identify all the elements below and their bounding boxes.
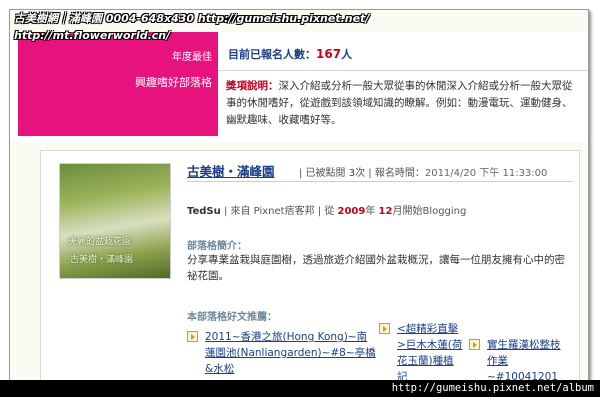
award-description-label: 獎項說明： [226,80,279,92]
blog-meta: | 已被點閱 3次 | 報名時間：2011/4/20 下午 11:33:00 [299,164,547,179]
start-month: 12 [378,206,393,217]
award-info: 目前已報名人數：167人 獎項說明：深入介紹或分析一般大眾從事的休閒深入介紹或分… [218,32,588,136]
award-panel: 年度最佳 興趣嗜好部落格 目前已報名人數：167人 獎項說明：深入介紹或分析一般… [10,32,588,142]
signup-count-value: 167 [316,47,342,61]
watermark-top-line2: http://mt.flowerworld.cn/ [14,29,171,42]
signup-timestamp: 2011/4/20 下午 11:33:00 [424,168,548,179]
screenshot-area: 年度最佳 興趣嗜好部落格 目前已報名人數：167人 獎項說明：深入介紹或分析一般… [9,9,589,391]
photo-frame: 年度最佳 興趣嗜好部落格 目前已報名人數：167人 獎項說明：深入介紹或分析一般… [0,0,600,403]
post-link-2[interactable]: <超精彩直擊>巨木木蓮(荷花玉蘭)種植記 [397,321,463,385]
post-arrow-icon [187,331,198,342]
thumbnail-caption-2: 古美樹・滿峰園 [70,255,134,265]
intro-text: 分享專業盆栽與庭園樹，透過旅遊介紹國外盆栽概況，讓每一位朋友擁有心中的密祕花園。 [187,254,565,282]
watermark-top-line1: 古美樹網｜滿峰園 0004-648x430 http://gumeishu.pi… [14,12,370,25]
signup-count: 目前已報名人數：167人 [228,46,352,62]
post-link-3[interactable]: 實生羅漢松整枝作業~#10041201 [487,337,569,385]
hits-suffix: 次 | 報名時間： [355,168,425,179]
post-link-1[interactable]: 2011~香港之旅(Hong Kong)~南蓮園池(Nanliangarden)… [205,329,377,377]
author-name: TedSu [187,206,221,217]
blog-title-link[interactable]: 古美樹・滿峰園 [187,161,275,180]
watermark-bottom: http://gumeishu.pixnet.net/album [0,380,600,397]
title-divider [187,181,573,182]
signup-count-unit: 人 [341,48,353,61]
intro-heading: 部落格簡介： [187,241,247,252]
blog-author-line: TedSu | 來自 Pixnet痞客邦 | 從 2009年 12月開始Blog… [187,202,466,217]
award-category-label: 興趣嗜好部落格 [135,76,212,89]
author-source: | 來自 Pixnet痞客邦 | 從 [220,206,338,217]
post-arrow-icon [379,323,390,334]
post-arrow-icon [469,339,480,350]
blog-thumbnail[interactable]: 美麗的盆栽花園 古美樹・滿峰園 [59,163,171,279]
award-description: 獎項說明：深入介紹或分析一般大眾從事的休閒深入介紹或分析一般大眾從事的休閒嗜好，… [226,78,582,129]
signup-count-label: 目前已報名人數： [228,48,316,61]
year-unit: 年 [365,206,379,217]
award-description-text: 深入介紹或分析一般大眾從事的休閒深入介紹或分析一般大眾從事的休閒嗜好，從遊戲到該… [226,80,573,126]
posts-heading: 本部落格好文推薦： [187,312,277,323]
award-category-block: 年度最佳 興趣嗜好部落格 [18,32,218,136]
blog-entry-card: 美麗的盆栽花園 古美樹・滿峰園 古美樹・滿峰園 | 已被點閱 3次 | 報名時間… [40,150,580,390]
award-label-top: 年度最佳 [172,52,212,63]
start-year: 2009 [337,206,366,217]
thumbnail-caption-1: 美麗的盆栽花園 [68,237,132,247]
month-suffix: 月開始Blogging [392,206,467,217]
award-divider [218,70,588,71]
hits-prefix: | 已被點閱 [299,168,349,179]
